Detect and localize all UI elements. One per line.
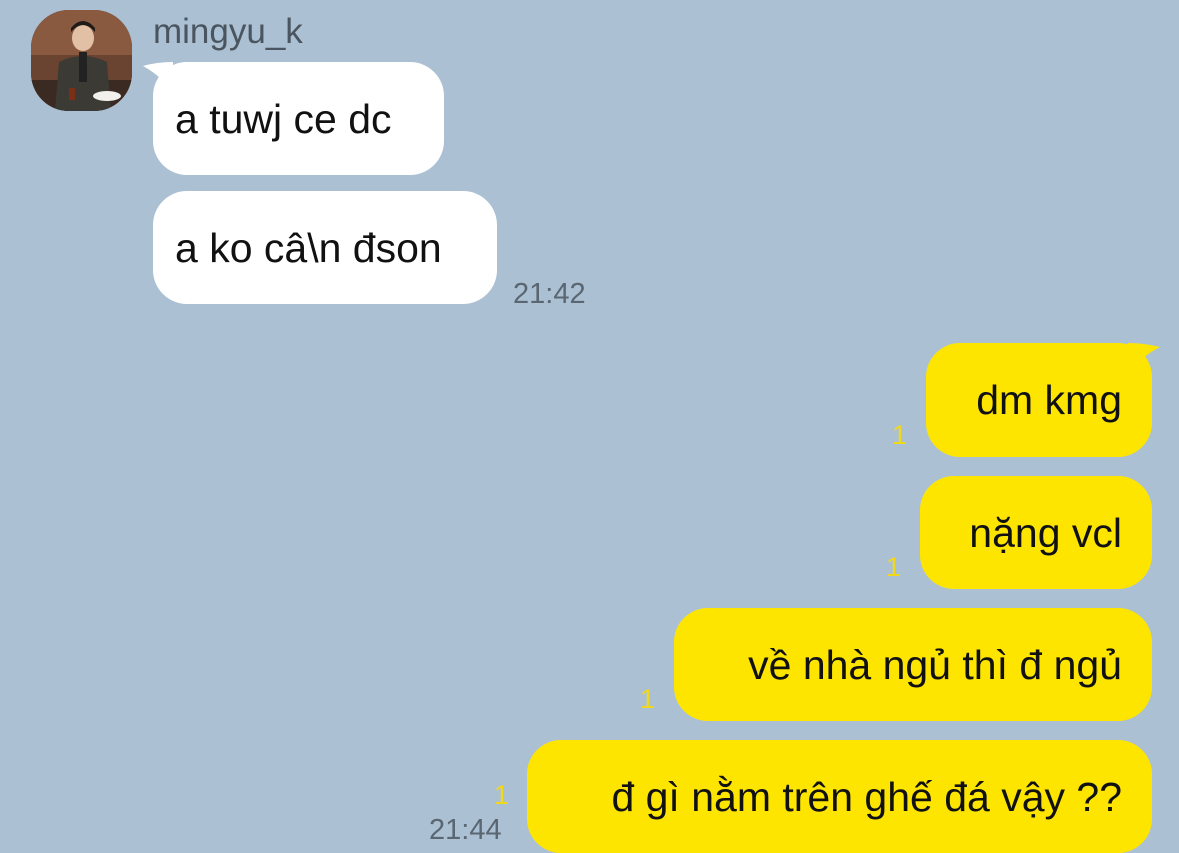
outgoing-message-bubble[interactable]: dm kmg xyxy=(926,343,1152,457)
message-timestamp: 21:44 xyxy=(429,814,502,846)
incoming-message-bubble[interactable]: a tuwj ce dc xyxy=(153,62,444,175)
incoming-message-bubble[interactable]: a ko câ\n đson xyxy=(153,191,497,304)
message-text: về nhà ngủ thì đ ngủ xyxy=(748,641,1122,688)
outgoing-message-bubble[interactable]: đ gì nằm trên ghế đá vậy ?? xyxy=(527,740,1152,853)
outgoing-bubble-tail xyxy=(1128,343,1160,379)
unread-count: 1 xyxy=(892,420,908,450)
outgoing-message-bubble[interactable]: nặng vcl xyxy=(920,476,1152,589)
message-text: đ gì nằm trên ghế đá vậy ?? xyxy=(611,773,1122,820)
outgoing-message-bubble[interactable]: về nhà ngủ thì đ ngủ xyxy=(674,608,1152,721)
sender-name: mingyu_k xyxy=(153,12,303,51)
unread-count: 1 xyxy=(640,684,656,714)
chat-view: mingyu_k a tuwj ce dc a ko câ\n đson 21:… xyxy=(0,0,1179,853)
avatar-photo-icon xyxy=(31,10,132,111)
unread-count: 1 xyxy=(886,552,902,582)
unread-count: 1 xyxy=(494,780,510,810)
message-text: dm kmg xyxy=(976,377,1122,423)
message-text: a tuwj ce dc xyxy=(175,95,392,142)
message-text: a ko câ\n đson xyxy=(175,224,442,271)
message-timestamp: 21:42 xyxy=(513,278,586,310)
sender-avatar[interactable] xyxy=(31,10,132,111)
message-text: nặng vcl xyxy=(969,509,1122,556)
